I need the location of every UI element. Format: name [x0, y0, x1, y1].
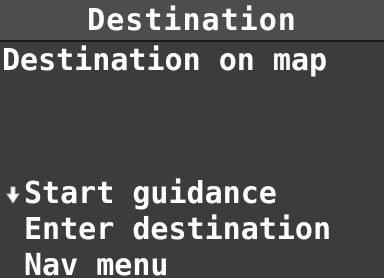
menu-item-start-guidance[interactable]: Start guidance [0, 176, 384, 212]
pointer-hand-icon [2, 176, 24, 212]
menu-item-nav-menu[interactable]: Nav menu [0, 248, 384, 278]
page-title: Destination [87, 3, 297, 38]
menu-item-label: Start guidance [24, 176, 277, 211]
title-bar: Destination [0, 0, 384, 42]
menu-item-label: Nav menu [24, 248, 169, 278]
nav-menu-list: Start guidance Enter destination Nav men… [0, 176, 384, 278]
destination-on-map-label: Destination on map [2, 43, 328, 78]
nav-screen: Destination Destination on map Start gui… [0, 0, 384, 278]
menu-item-enter-destination[interactable]: Enter destination [0, 212, 384, 248]
menu-item-label: Enter destination [24, 212, 332, 247]
